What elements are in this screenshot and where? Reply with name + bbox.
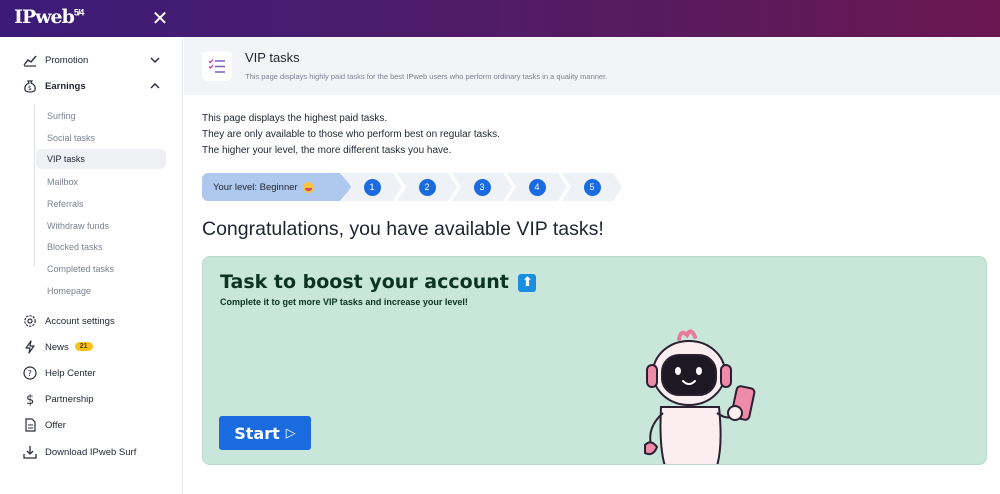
sidebar-subitem-vip-tasks[interactable]: VIP tasks: [36, 149, 166, 169]
play-icon: ▷: [285, 425, 296, 441]
sidebar-subitem-homepage[interactable]: Homepage: [36, 281, 166, 301]
intro-line: The higher your level, the more differen…: [202, 145, 452, 156]
svg-text:$: $: [26, 393, 34, 406]
page-title: VIP tasks: [245, 50, 300, 65]
level-step-4: 4: [507, 173, 567, 201]
arrow-up-icon: ⬆: [518, 274, 537, 292]
svg-text:?: ?: [28, 369, 32, 378]
sidebar-item-label: Help Center: [45, 367, 96, 379]
sidebar-item-earnings[interactable]: $ Earnings: [0, 75, 183, 97]
question-icon: ?: [22, 365, 38, 381]
congrats-heading: Congratulations, you have available VIP …: [202, 218, 604, 240]
svg-text:$: $: [28, 85, 32, 92]
sidebar-item-download-ipweb-surf[interactable]: Download IPweb Surf: [0, 441, 183, 463]
chart-icon: [22, 52, 38, 68]
face-emoji-icon: [302, 181, 314, 193]
sidebar-item-label: Offer: [45, 419, 66, 431]
intro-line: This page displays the highest paid task…: [202, 113, 388, 124]
sidebar-item-label: Account settings: [45, 315, 115, 327]
sidebar-item-label: Earnings: [45, 80, 86, 92]
sidebar-item-label: Promotion: [45, 54, 89, 66]
level-step-3: 3: [452, 173, 512, 201]
sidebar-subitem-referrals[interactable]: Referrals: [36, 194, 166, 214]
sidebar-item-label: News 21: [45, 342, 93, 353]
chevron-down-icon[interactable]: [148, 53, 162, 67]
sidebar-item-news[interactable]: News 21: [0, 336, 183, 358]
current-level-step: Your level: Beginner: [202, 173, 352, 201]
download-icon: [22, 444, 38, 460]
document-icon: [22, 417, 38, 433]
ipweb-logo[interactable]: IPweb5/4: [14, 6, 84, 28]
chevron-up-icon[interactable]: [148, 79, 162, 93]
submenu-guide-line: [34, 105, 35, 267]
sidebar-item-promotion[interactable]: Promotion: [0, 49, 183, 71]
card-subtitle: Complete it to get more VIP tasks and in…: [220, 297, 468, 307]
lightning-icon: [22, 339, 38, 355]
news-count-badge: 21: [74, 342, 93, 352]
sidebar-item-label: Download IPweb Surf: [45, 446, 137, 458]
close-icon[interactable]: ✕: [150, 8, 170, 28]
sidebar-item-offer[interactable]: Offer: [0, 414, 183, 436]
level-step-5: 5: [562, 173, 622, 201]
sidebar: Promotion $ Earnings Surfing Social task…: [0, 37, 183, 494]
sidebar-item-label: Partnership: [45, 393, 94, 405]
sidebar-subitem-completed-tasks[interactable]: Completed tasks: [36, 259, 166, 279]
sidebar-item-partnership[interactable]: $ Partnership: [0, 388, 183, 410]
sidebar-item-help-center[interactable]: ? Help Center: [0, 362, 183, 384]
sidebar-subitem-mailbox[interactable]: Mailbox: [36, 172, 166, 192]
page-header: [184, 37, 1000, 95]
sidebar-item-account-settings[interactable]: Account settings: [0, 310, 183, 332]
sidebar-subitem-social-tasks[interactable]: Social tasks: [36, 128, 166, 148]
intro-line: They are only available to those who per…: [202, 129, 500, 140]
vip-task-card: Task to boost your account ⬆ Complete it…: [202, 256, 987, 465]
start-button[interactable]: Start ▷: [219, 416, 311, 450]
robot-illustration: [644, 329, 756, 464]
sidebar-subitem-surfing[interactable]: Surfing: [36, 106, 166, 126]
sidebar-subitem-blocked-tasks[interactable]: Blocked tasks: [36, 237, 166, 257]
page-subtitle: This page displays highly paid tasks for…: [245, 72, 608, 81]
sidebar-subitem-withdraw-funds[interactable]: Withdraw funds: [36, 216, 166, 236]
level-step-1: 1: [342, 173, 402, 201]
level-progress: Your level: Beginner 1 2 3 4 5: [202, 173, 622, 201]
moneybag-icon: $: [22, 78, 38, 94]
task-list-icon: [202, 51, 232, 81]
level-step-2: 2: [397, 173, 457, 201]
dollar-icon: $: [22, 391, 38, 407]
gear-icon: [22, 313, 38, 329]
card-title: Task to boost your account ⬆: [220, 271, 537, 293]
top-bar: IPweb5/4 ✕: [0, 0, 1000, 37]
